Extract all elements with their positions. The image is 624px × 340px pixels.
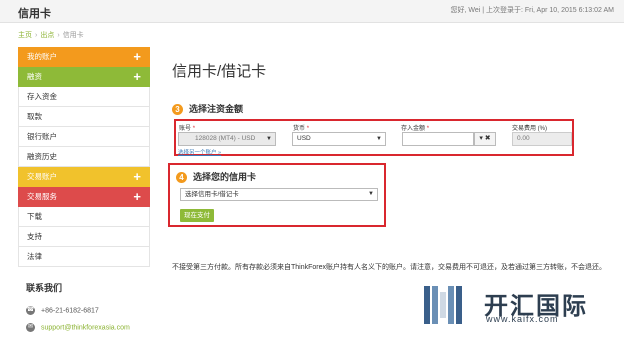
sidebar-item-downloads[interactable]: 下载 — [18, 207, 150, 227]
breadcrumb-home-link[interactable]: 主页 — [18, 32, 32, 39]
contact-email-link[interactable]: support@thinkforexasia.com — [41, 324, 130, 331]
chevron-down-icon: ▾ — [479, 135, 483, 142]
sidebar-item-label: 融资历史 — [27, 152, 57, 161]
contact-phone: ☎ +86-21-6182-6817 — [26, 306, 99, 315]
chevron-down-icon: ▼ — [266, 136, 272, 142]
breadcrumb-separator: › — [57, 32, 60, 39]
sidebar-item-legal[interactable]: 法律 — [18, 247, 150, 267]
chevron-down-icon: ▼ — [376, 136, 382, 142]
sidebar-item-label: 支持 — [27, 232, 42, 241]
currency-select-value: USD — [297, 135, 311, 142]
watermark-logo-icon — [424, 286, 462, 324]
account-label: 账号 * — [179, 123, 195, 132]
email-icon: ✉ — [26, 323, 35, 332]
sidebar-item-funding[interactable]: 融资 + — [18, 67, 150, 87]
account-select[interactable]: 128028 (MT4) - USD ▼ — [178, 132, 276, 146]
credit-card-section: 4 选择您的信用卡 选择信用卡/借记卡 ▼ 现在支付 — [168, 163, 386, 227]
plus-icon: + — [133, 69, 141, 84]
card-select-value: 选择信用卡/借记卡 — [185, 191, 239, 198]
sidebar-item-label: 取款 — [27, 112, 42, 121]
sidebar-item-deposit[interactable]: 存入资金 — [18, 87, 150, 107]
step4-heading: 4 选择您的信用卡 — [176, 170, 257, 184]
card-select[interactable]: 选择信用卡/借记卡 ▼ — [180, 188, 378, 201]
amount-label: 存入金额 * — [401, 123, 429, 132]
phone-icon: ☎ — [26, 306, 35, 315]
step3-heading: 3 选择注资金额 — [172, 102, 244, 116]
sidebar-item-label: 我的账户 — [27, 52, 57, 61]
plus-icon: + — [133, 189, 141, 204]
sidebar-item-label: 交易服务 — [27, 192, 57, 201]
sidebar-item-label: 交易账户 — [27, 172, 57, 181]
sidebar-item-trading-services[interactable]: 交易服务 + — [18, 187, 150, 207]
amount-input[interactable] — [402, 132, 474, 146]
top-bar: 信用卡 您好, Wei | 上次登录于: Fri, Apr 10, 2015 6… — [0, 0, 624, 23]
step3-title: 选择注资金额 — [189, 104, 244, 114]
sidebar-item-trading-account[interactable]: 交易账户 + — [18, 167, 150, 187]
user-login-info: 您好, Wei | 上次登录于: Fri, Apr 10, 2015 6:13:… — [450, 7, 614, 14]
contact-title: 联系我们 — [26, 283, 63, 293]
sidebar-item-label: 存入资金 — [27, 92, 57, 101]
fee-label: 交易费用 (%) — [512, 126, 547, 132]
contact-phone-text: +86-21-6182-6817 — [41, 307, 99, 315]
third-party-notice: 不接受第三方付款。所有存款必须来自ThinkForex账户持有人名义下的账户。请… — [172, 264, 607, 271]
sidebar-item-label: 法律 — [27, 252, 42, 261]
sidebar-item-label: 银行账户 — [27, 132, 57, 141]
close-icon: ✖ — [484, 135, 491, 142]
sidebar-item-withdraw[interactable]: 取款 — [18, 107, 150, 127]
pay-now-button[interactable]: 现在支付 — [180, 209, 214, 222]
breadcrumb: 主页 › 出点 › 信用卡 — [18, 30, 84, 40]
sidebar-item-funding-history[interactable]: 融资历史 — [18, 147, 150, 167]
chevron-down-icon: ▼ — [368, 191, 374, 197]
step-number-badge: 4 — [176, 172, 187, 184]
breadcrumb-withdraw-link[interactable]: 出点 — [40, 32, 54, 39]
sidebar-item-label: 融资 — [27, 72, 42, 81]
currency-label: 货币 * — [293, 123, 309, 132]
sidebar-item-my-account[interactable]: 我的账户 + — [18, 47, 150, 67]
plus-icon: + — [133, 169, 141, 184]
step-number-badge: 3 — [172, 104, 183, 116]
plus-icon: + — [133, 49, 141, 64]
watermark-url: www.kaifx.com — [486, 314, 559, 324]
amount-clear-button[interactable]: ▾ ✖ — [474, 132, 496, 146]
deposit-amount-section: 账号 * 128028 (MT4) - USD ▼ 货币 * USD ▼ 存入金额 … — [174, 119, 574, 156]
breadcrumb-current: 信用卡 — [62, 32, 84, 39]
page-title: 信用卡/借记卡 — [172, 63, 267, 80]
select-other-account-link[interactable]: 选择另一个账户 » — [178, 148, 221, 156]
account-select-value: 128028 (MT4) - USD — [195, 135, 256, 142]
sidebar-item-label: 下载 — [27, 212, 42, 221]
sidebar-item-support[interactable]: 支持 — [18, 227, 150, 247]
contact-email[interactable]: ✉ support@thinkforexasia.com — [26, 323, 130, 332]
app-title: 信用卡 — [18, 8, 51, 20]
sidebar-menu: 我的账户 + 融资 + 存入资金 取款 银行账户 融资历史 交易账户 + 交易服务 + … — [18, 47, 150, 267]
fee-display: 0.00 — [512, 132, 572, 146]
sidebar-item-bank-account[interactable]: 银行账户 — [18, 127, 150, 147]
currency-select[interactable]: USD ▼ — [292, 132, 386, 146]
step4-title: 选择您的信用卡 — [193, 172, 257, 182]
watermark: 开汇国际 www.kaifx.com — [420, 282, 620, 332]
